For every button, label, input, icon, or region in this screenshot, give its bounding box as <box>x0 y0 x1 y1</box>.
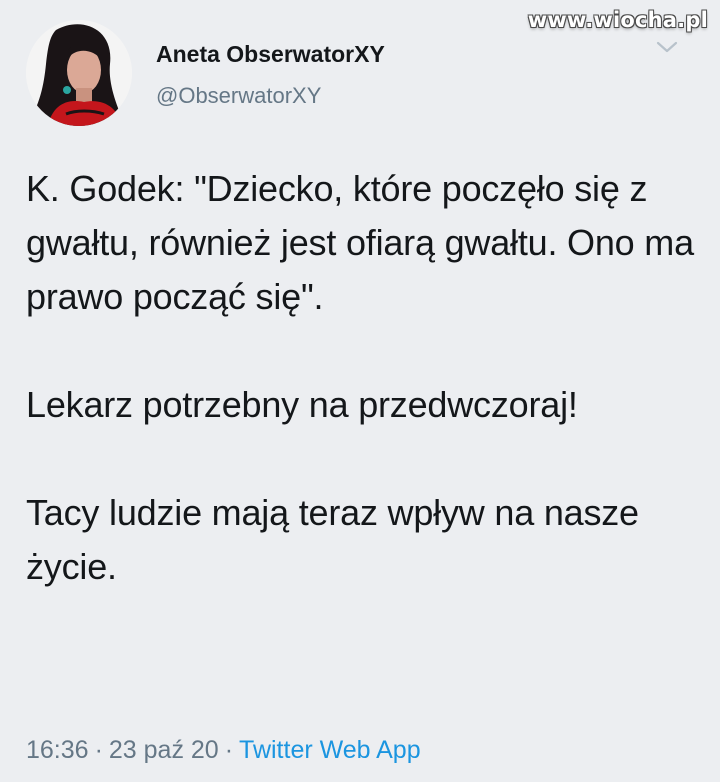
avatar[interactable] <box>26 20 132 126</box>
tweet-paragraph: K. Godek: "Dziecko, które poczęło się z … <box>26 168 694 317</box>
tweet-meta: 16:36 · 23 paź 20 · Twitter Web App <box>26 734 421 766</box>
user-names: Aneta ObserwatorXY @ObserwatorXY <box>156 40 385 110</box>
avatar-photo-icon <box>26 20 132 126</box>
tweet-text: K. Godek: "Dziecko, które poczęło się z … <box>26 162 696 594</box>
tweet-source-link[interactable]: Twitter Web App <box>239 736 421 764</box>
user-handle[interactable]: @ObserwatorXY <box>156 82 385 110</box>
tweet-paragraph: Tacy ludzie mają teraz wpływ na nasze ży… <box>26 492 639 587</box>
tweet-paragraph: Lekarz potrzebny na przedwczoraj! <box>26 384 578 425</box>
tweet-time[interactable]: 16:36 <box>26 736 89 764</box>
tweet-date[interactable]: 23 paź 20 <box>109 736 219 764</box>
meta-separator: · <box>94 736 103 764</box>
meta-separator: · <box>224 736 234 764</box>
chevron-down-icon[interactable] <box>656 40 678 54</box>
display-name[interactable]: Aneta ObserwatorXY <box>156 40 385 68</box>
tweet-header: Aneta ObserwatorXY @ObserwatorXY <box>26 20 700 132</box>
